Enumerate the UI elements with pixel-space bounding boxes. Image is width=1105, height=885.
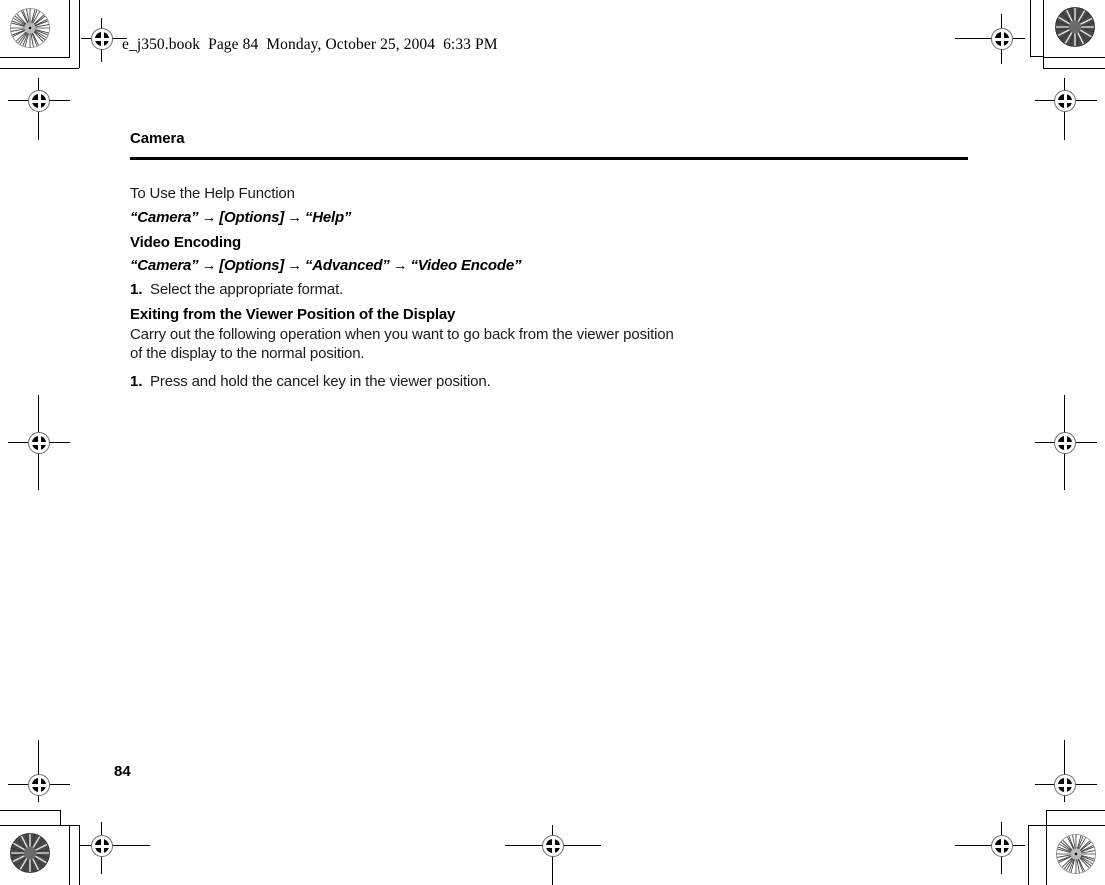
title-divider-rule <box>130 157 968 160</box>
file-header-stamp: e_j350.book Page 84 Monday, October 25, … <box>122 36 498 53</box>
nav-step: “Video Encode” <box>410 257 522 274</box>
step-number: 1. <box>130 281 143 298</box>
arrow-right-icon: → <box>287 208 302 226</box>
nav-step: “Advanced” <box>304 257 390 274</box>
numbered-step: 1. Press and hold the cancel key in the … <box>130 373 675 390</box>
nav-step: “Help” <box>304 208 352 226</box>
document-content: e_j350.book Page 84 Monday, October 25, … <box>0 0 1105 885</box>
section-heading: To Use the Help Function <box>130 185 295 202</box>
nav-step: “Camera” <box>130 257 199 274</box>
scanned-manual-page: e_j350.book Page 84 Monday, October 25, … <box>0 0 1105 885</box>
nav-step: [Options] <box>219 257 285 274</box>
section-help-function: To Use the Help Function “Camera” → [Optio… <box>130 185 690 228</box>
arrow-right-icon: → <box>392 257 408 274</box>
step-text: Press and hold the cancel key in the vie… <box>150 373 491 390</box>
section-heading: Exiting from the Viewer Position of the … <box>130 306 456 323</box>
arrow-right-icon: → <box>201 208 217 226</box>
arrow-right-icon: → <box>201 257 217 274</box>
nav-step: [Options] <box>219 208 285 226</box>
section-exiting-viewer-position: Exiting from the Viewer Position of the … <box>130 305 675 390</box>
step-number: 1. <box>130 373 143 390</box>
numbered-step: 1. Select the appropriate format. <box>130 281 690 298</box>
page-title: Camera <box>130 130 185 147</box>
arrow-right-icon: → <box>287 257 302 274</box>
page-number: 84 <box>114 763 131 780</box>
navigation-path: “Camera” → [Options] → “Help” <box>130 208 690 228</box>
section-heading: Video Encoding <box>130 234 241 251</box>
section-body-text: Carry out the following operation when y… <box>130 326 674 362</box>
navigation-path: “Camera” → [Options] → “Advanced” → “Video Enc… <box>130 256 690 276</box>
nav-step: “Camera” <box>130 208 199 226</box>
step-text: Select the appropriate format. <box>150 281 344 298</box>
section-video-encoding: Video Encoding “Camera” → [Options] → “Advan… <box>130 233 690 298</box>
